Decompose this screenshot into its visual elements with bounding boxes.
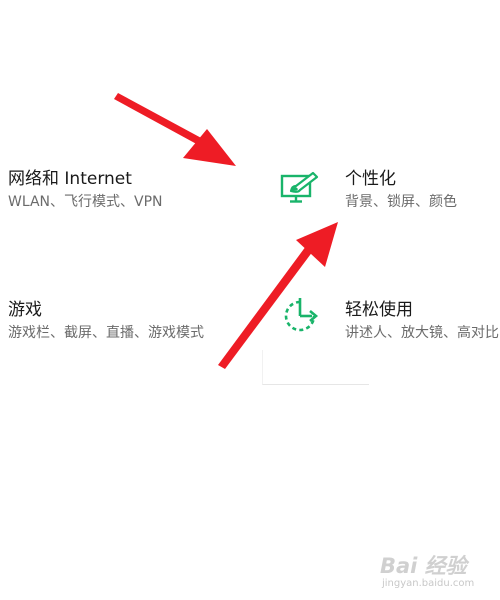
annotation-arrows [114, 93, 338, 369]
watermark-url: jingyan.baidu.com [382, 578, 475, 589]
settings-page: 网络和 Internet WLAN、飞行模式、VPN 个性化 背景、锁屏、颜色 … [0, 0, 500, 600]
annotation-arrow-bottom [218, 222, 338, 369]
baidu-jingyan-watermark: Bai 经验 jingyan.baidu.com [380, 550, 492, 594]
annotation-arrow-top [114, 93, 236, 166]
watermark-logo: Bai 经验 [380, 554, 467, 578]
